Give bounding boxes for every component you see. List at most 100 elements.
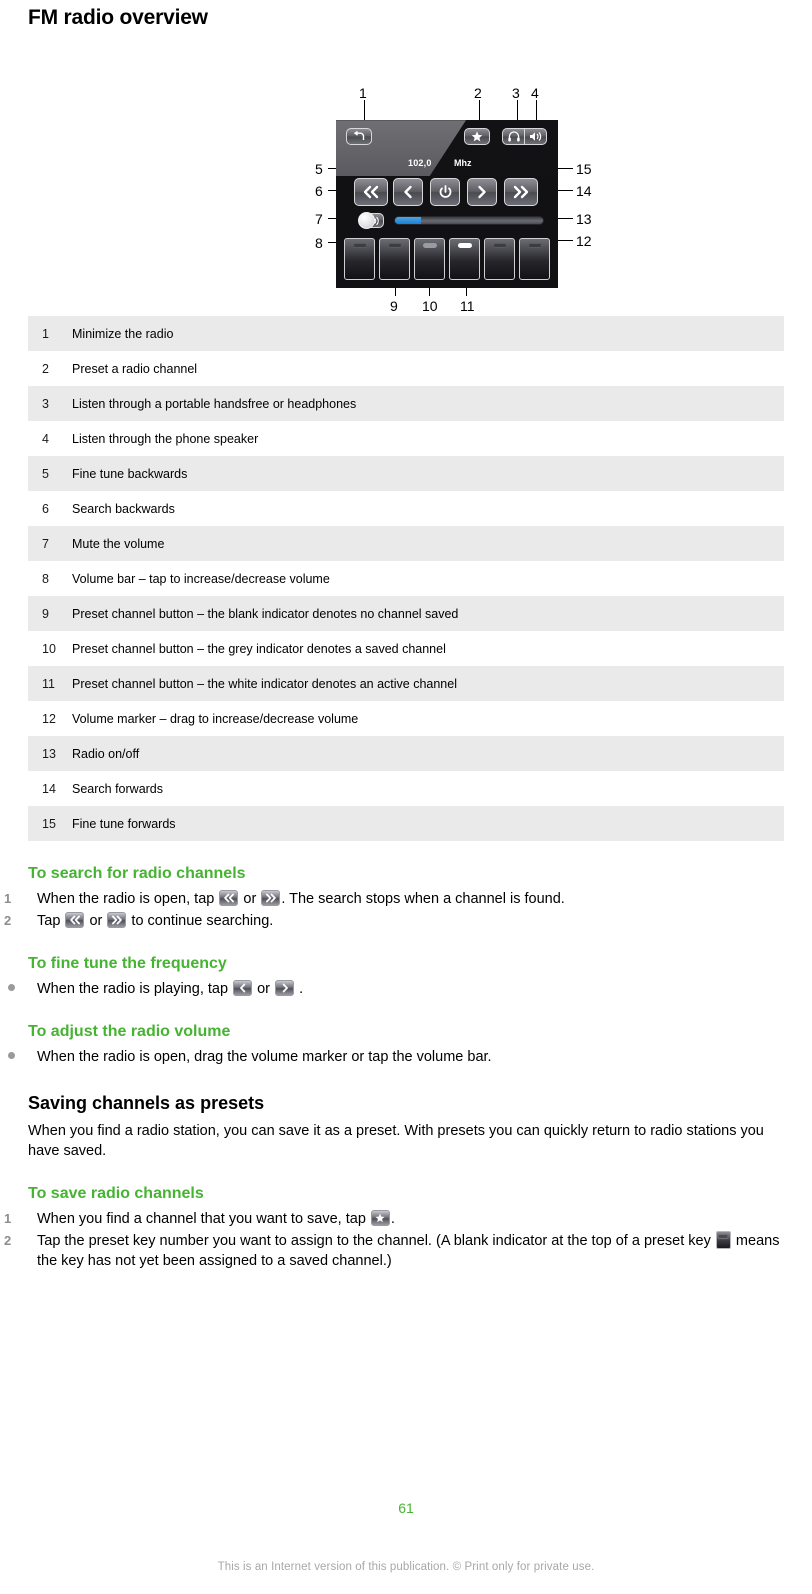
row-description: Preset a radio channel (72, 361, 198, 376)
chevron-left-icon (233, 980, 253, 997)
speaker-icon (529, 131, 542, 142)
preset-key-icon (715, 1231, 731, 1250)
chevron-right-icon (475, 185, 489, 199)
bullet-marker (8, 984, 15, 992)
preset-channel-button[interactable] (464, 128, 490, 146)
step-text: Tap (37, 913, 61, 930)
star-icon (471, 131, 483, 142)
table-row: 5 Fine tune backwards (28, 456, 784, 492)
callout-9: 9 (390, 298, 398, 315)
volume-list: When the radio is open, drag the volume … (8, 1047, 784, 1067)
minimize-radio-button[interactable] (346, 128, 372, 146)
row-description: Volume bar – tap to increase/decrease vo… (72, 571, 330, 586)
preset-indicator-blank (352, 243, 367, 249)
row-description: Radio on/off (72, 746, 140, 761)
search-steps-list: 1 When the radio is open, tap or . The s… (4, 889, 784, 931)
row-description: Fine tune forwards (72, 816, 176, 831)
fine-tune-list: When the radio is playing, tap or . (8, 979, 784, 999)
row-number: 15 (42, 816, 56, 831)
list-marker: 1 (4, 891, 12, 907)
list-marker: 2 (4, 1233, 12, 1249)
step-text: When the radio is playing, tap (37, 981, 229, 998)
row-description: Fine tune backwards (72, 466, 188, 481)
volume-bar[interactable] (394, 216, 544, 226)
callout-13: 13 (576, 211, 592, 228)
callout-10: 10 (422, 298, 438, 315)
row-number: 8 (42, 571, 49, 586)
preset-key[interactable] (519, 238, 550, 281)
row-number: 3 (42, 396, 49, 411)
power-icon (438, 184, 453, 200)
heading-saving-presets: Saving channels as presets (28, 1093, 265, 1114)
table-row: 6 Search backwards (28, 491, 784, 526)
bullet-marker (8, 1052, 15, 1060)
row-description: Search backwards (72, 501, 175, 516)
table-row: 15 Fine tune forwards (28, 806, 784, 842)
row-description: Search forwards (72, 781, 164, 796)
row-number: 1 (42, 326, 49, 341)
table-row: 8 Volume bar – tap to increase/decrease v… (28, 561, 784, 596)
table-row: 14 Search forwards (28, 771, 784, 806)
double-chevron-left-icon (65, 912, 85, 929)
step-text-tail: . (390, 1211, 395, 1228)
table-row: 11 Preset channel button – the white indi… (28, 666, 784, 702)
step-text: Tap the preset key number you want to as… (37, 1233, 711, 1250)
volume-fill (395, 217, 421, 225)
fine-tune-forwards-button[interactable] (467, 178, 497, 207)
chevron-left-icon (401, 185, 415, 199)
preset-key[interactable] (379, 238, 410, 281)
search-backwards-button[interactable] (354, 178, 388, 207)
callout-14: 14 (576, 183, 592, 200)
preset-indicator-blank (527, 243, 542, 249)
row-description: Preset channel button – the white indica… (72, 676, 457, 691)
callout-6: 6 (315, 183, 323, 200)
preset-indicator-blank (387, 243, 402, 249)
preset-key[interactable] (344, 238, 375, 281)
page: FM radio overview 1 2 3 4 5 6 7 8 15 14 (0, 5, 812, 1271)
callout-11: 11 (460, 298, 475, 315)
list-marker: 2 (4, 913, 12, 929)
table-row: 3 Listen through a portable handsfree or … (28, 386, 784, 422)
row-description: Minimize the radio (72, 326, 174, 341)
preset-key[interactable] (414, 238, 445, 281)
callout-15: 15 (576, 161, 592, 178)
callout-4: 4 (531, 85, 539, 102)
headphones-output-button[interactable] (502, 128, 525, 146)
fine-tune-backwards-button[interactable] (393, 178, 423, 207)
callout-5: 5 (315, 161, 323, 178)
heading-save-channels: To save radio channels (28, 1185, 204, 1203)
frequency-unit: Mhz (454, 158, 472, 169)
table-row: 1 Minimize the radio (28, 316, 784, 352)
callout-12: 12 (576, 233, 592, 250)
heading-search-channels: To search for radio channels (28, 865, 246, 883)
row-number: 9 (42, 606, 49, 621)
row-number: 7 (42, 536, 49, 551)
fm-radio-screen: 102,0 Mhz (336, 120, 558, 289)
callout-7: 7 (315, 211, 323, 228)
speaker-output-button[interactable] (524, 128, 547, 146)
callout-2: 2 (474, 85, 482, 102)
heading-fine-tune: To fine tune the frequency (28, 955, 227, 973)
step-text-or: or (89, 913, 103, 930)
row-description: Preset channel button – the grey indicat… (72, 641, 446, 656)
table-row: 10 Preset channel button – the grey indic… (28, 631, 784, 666)
callout-8: 8 (315, 235, 323, 252)
row-number: 12 (42, 711, 56, 726)
saving-presets-paragraph: When you find a radio station, you can s… (28, 1123, 764, 1160)
preset-keys-row (344, 238, 550, 281)
search-forwards-button[interactable] (504, 178, 538, 207)
radio-power-button[interactable] (430, 178, 460, 207)
row-description: Listen through the phone speaker (72, 431, 259, 446)
step-text-or: or (257, 981, 270, 998)
save-steps-list: 1 When you find a channel that you want … (4, 1209, 784, 1271)
preset-key[interactable] (449, 238, 480, 281)
table-row: 7 Mute the volume (28, 526, 784, 562)
table-row: 12 Volume marker – drag to increase/decre… (28, 701, 784, 736)
step-text-tail: . (299, 981, 304, 998)
step-text: When you find a channel that you want to… (37, 1211, 366, 1228)
preset-key[interactable] (484, 238, 515, 281)
page-title: FM radio overview (28, 6, 208, 29)
preset-indicator-blank (492, 243, 507, 249)
step-text-tail: to continue searching. (131, 913, 274, 930)
row-number: 6 (42, 501, 49, 516)
